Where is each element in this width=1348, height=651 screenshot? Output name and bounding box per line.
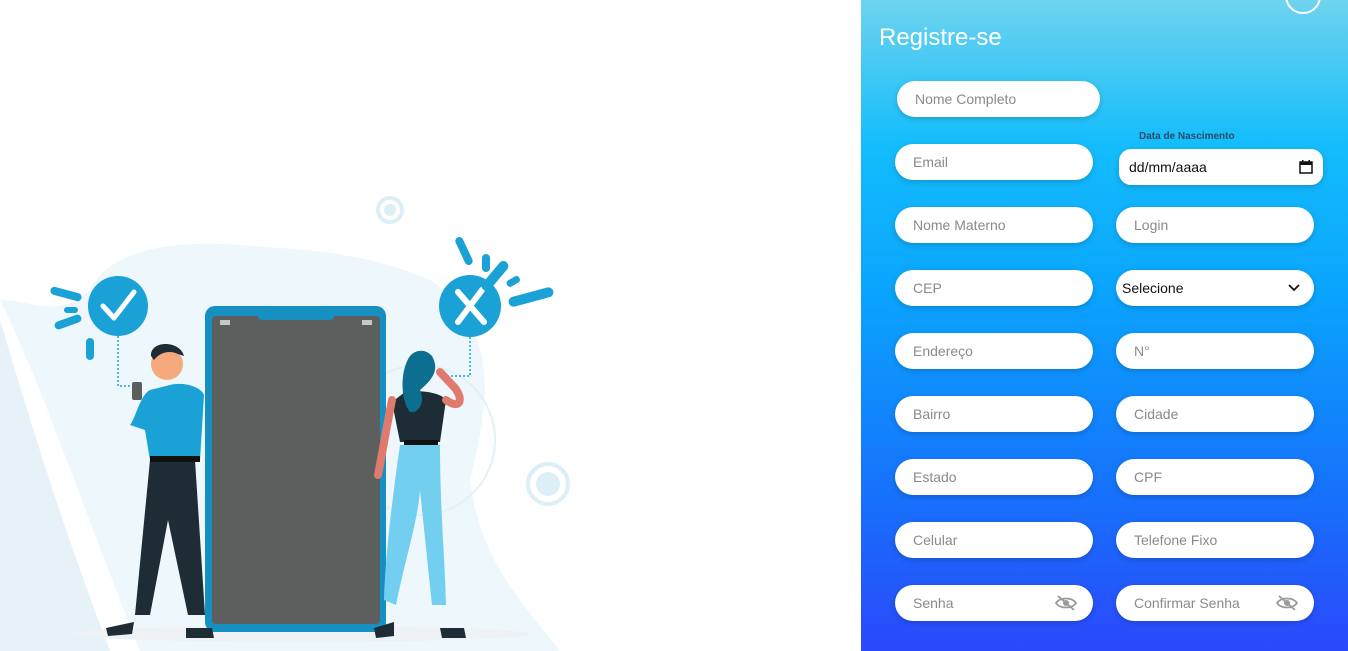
check-badge-icon [88,276,148,336]
login-field[interactable]: Login [1116,207,1314,243]
eye-slash-icon[interactable] [1276,595,1298,611]
eye-slash-icon[interactable] [1055,595,1077,611]
password-placeholder: Senha [913,595,954,611]
cep-field[interactable]: CEP [895,270,1093,306]
landline-placeholder: Telefone Fixo [1134,532,1218,548]
password-field[interactable]: Senha [895,585,1093,621]
neighborhood-placeholder: Bairro [913,406,951,422]
email-field[interactable]: Email [895,144,1093,180]
confirm-password-field[interactable]: Confirmar Senha [1116,585,1314,621]
city-placeholder: Cidade [1134,406,1179,422]
mother-name-placeholder: Nome Materno [913,217,1006,233]
cep-placeholder: CEP [913,280,942,296]
full-name-field[interactable]: Nome Completo [897,81,1100,117]
state-field[interactable]: Estado [895,459,1093,495]
address-field[interactable]: Endereço [895,333,1093,369]
signup-illustration [0,196,570,651]
mother-name-field[interactable]: Nome Materno [895,207,1093,243]
number-placeholder: N° [1134,343,1150,359]
state-placeholder: Estado [913,469,957,485]
number-field[interactable]: N° [1116,333,1314,369]
calendar-icon[interactable] [1299,160,1313,174]
login-placeholder: Login [1134,217,1169,233]
full-name-placeholder: Nome Completo [915,91,1017,107]
cpf-field[interactable]: CPF [1116,459,1314,495]
city-field[interactable]: Cidade [1116,396,1314,432]
state-select[interactable]: Selecione [1116,270,1314,306]
landline-field[interactable]: Telefone Fixo [1116,522,1314,558]
address-placeholder: Endereço [913,343,973,359]
mobile-field[interactable]: Celular [895,522,1093,558]
birthdate-field[interactable]: dd/mm/aaaa [1119,149,1323,185]
state-select-value: Selecione [1122,280,1184,296]
mobile-placeholder: Celular [913,532,958,548]
phone-screen [212,316,380,624]
cpf-placeholder: CPF [1134,469,1162,485]
email-placeholder: Email [913,154,949,170]
close-circle-icon[interactable] [1285,0,1321,14]
register-panel: Registre-se Nome Completo Data de Nascim… [861,0,1348,651]
chevron-down-icon [1288,284,1300,292]
birthdate-placeholder: dd/mm/aaaa [1129,159,1207,175]
page-title: Registre-se [879,24,1002,51]
confirm-password-placeholder: Confirmar Senha [1134,595,1240,611]
birthdate-label: Data de Nascimento [1139,131,1235,142]
neighborhood-field[interactable]: Bairro [895,396,1093,432]
